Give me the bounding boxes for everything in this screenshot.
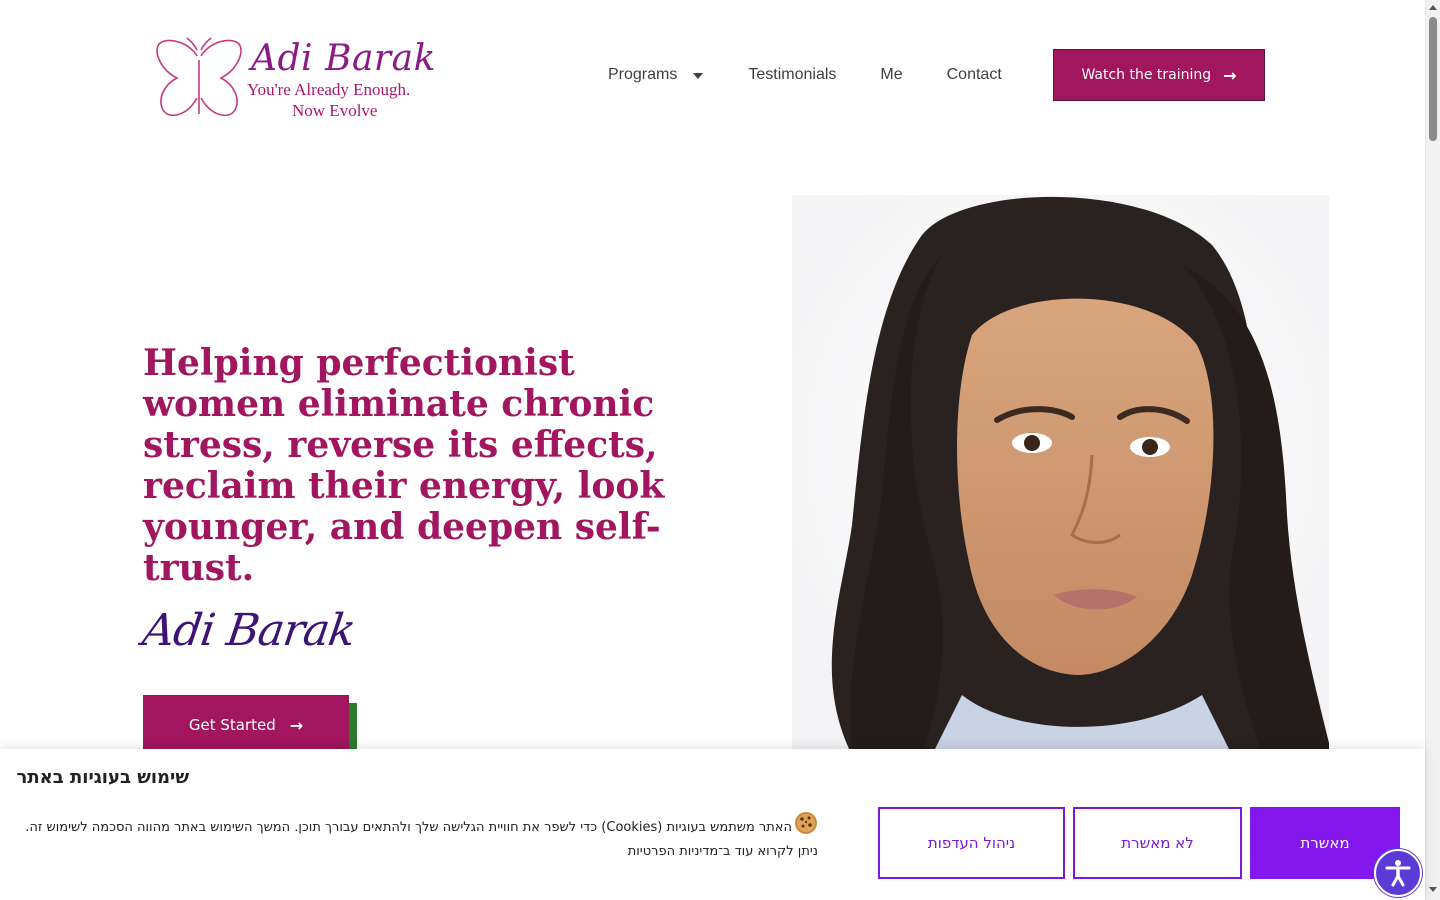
nav-me[interactable]: Me [880,66,902,84]
nav-testimonials[interactable]: Testimonials [748,66,836,84]
manage-preferences-button[interactable]: ניהול העדפות [878,807,1065,879]
logo-name: Adi Barak [251,38,436,79]
scrollbar-thumb[interactable] [1429,17,1437,141]
nav-programs[interactable]: Programs [608,66,704,84]
reject-cookies-button[interactable]: לא מאשרת [1073,807,1242,879]
accessibility-button[interactable] [1374,849,1422,897]
chevron-down-icon[interactable] [693,73,704,79]
page-scrollbar[interactable] [1425,0,1440,900]
cookie-banner-title: שימוש בעוגיות באתר [16,767,189,788]
get-started-label: Get Started [188,716,276,734]
cookie-banner-text: האתר משתמש בעוגיות (Cookies) כדי לשפר את… [24,811,818,864]
logo-tagline-1: You're Already Enough. [247,80,411,99]
cookie-banner: שימוש בעוגיות באתר האתר משתמש בעוגיות (C… [0,749,1425,900]
arrow-right-icon: → [1223,65,1237,85]
nav-programs-label: Programs [608,66,678,83]
portrait-photo [792,195,1329,755]
arrow-right-icon: → [289,715,304,735]
site-logo[interactable]: Adi Barak You're Already Enough. Now Evo… [153,34,435,124]
cookie-text-main: האתר משתמש בעוגיות (Cookies) כדי לשפר את… [25,820,792,835]
cookie-icon [795,812,817,834]
get-started-button[interactable]: Get Started → [143,695,349,755]
butterfly-icon [156,37,242,117]
watch-training-label: Watch the training [1081,67,1212,83]
scroll-down-icon[interactable] [1429,887,1437,892]
logo-tagline-2: Now Evolve [292,101,378,120]
site-header: Adi Barak You're Already Enough. Now Evo… [0,0,1425,150]
scroll-up-icon[interactable] [1429,5,1437,10]
nav-contact[interactable]: Contact [947,66,1002,84]
watch-training-button[interactable]: Watch the training → [1053,49,1265,101]
accessibility-icon [1385,860,1411,887]
hero-headline: Helping perfectionist women eliminate ch… [143,342,665,589]
cookie-text-line-2[interactable]: ניתן לקרוא עוד ב־מדיניות הפרטיות [24,840,818,864]
main-nav: Programs Testimonials Me Contact [608,62,1002,88]
cookie-text-line-1: האתר משתמש בעוגיות (Cookies) כדי לשפר את… [24,811,818,840]
hero-signature: Adi Barak [139,605,359,656]
